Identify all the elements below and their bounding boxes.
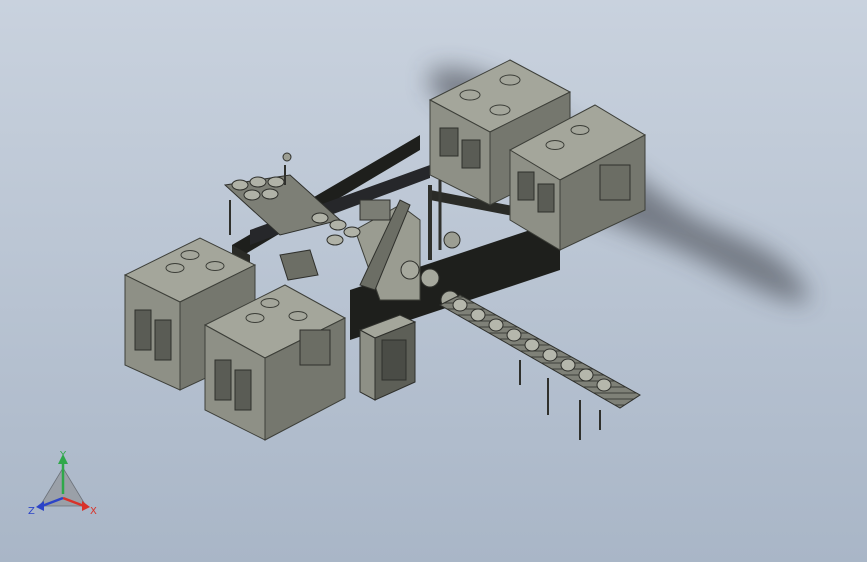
outfeed-conveyor [438, 294, 641, 440]
x-axis-head-icon [82, 501, 90, 511]
assembly-model[interactable] [0, 0, 867, 562]
coordinate-triad: Y X Z [28, 450, 97, 517]
y-axis-label: Y [59, 450, 67, 461]
control-cabinet [358, 314, 417, 401]
x-axis-label: X [90, 506, 97, 517]
graphics-viewport[interactable]: Y X Z [0, 0, 867, 562]
z-axis-head-icon [36, 501, 44, 511]
z-axis-label: Z [28, 506, 35, 517]
